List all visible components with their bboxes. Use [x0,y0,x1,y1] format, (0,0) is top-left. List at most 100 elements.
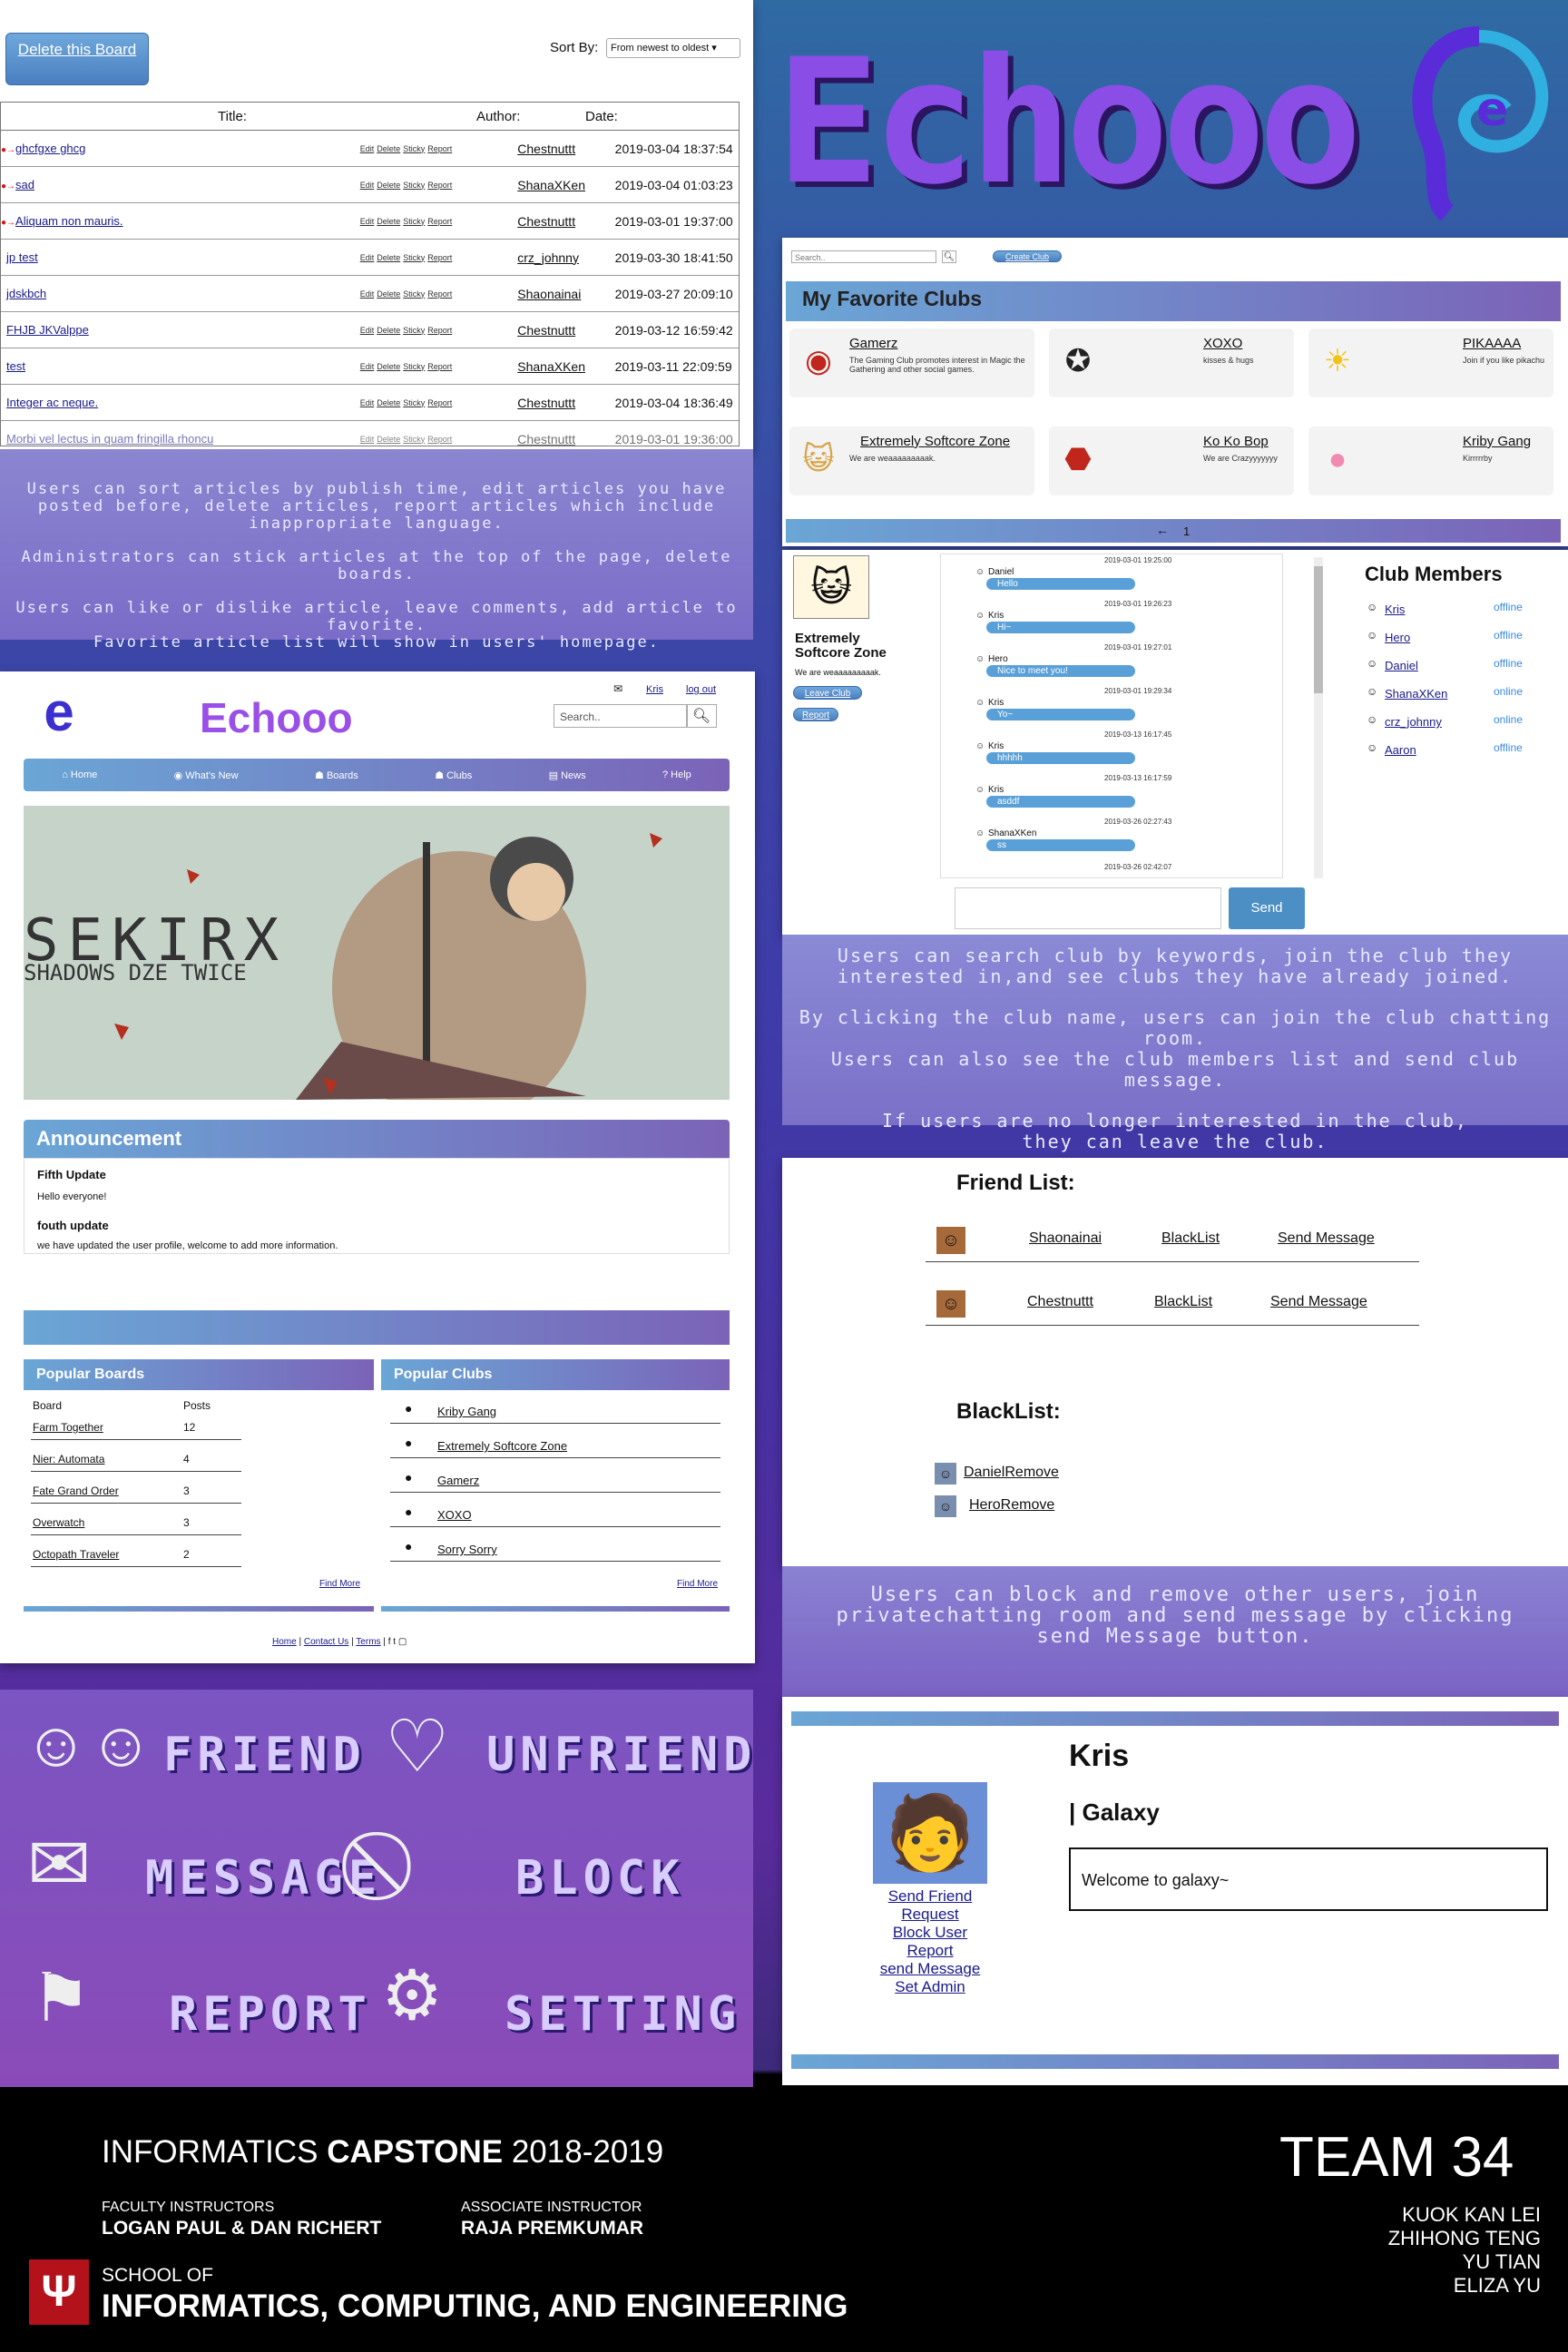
article-title-link[interactable]: Aliquam non mauris. [15,214,123,228]
member-name-link[interactable]: Daniel [1385,659,1418,672]
facebook-icon[interactable]: f [388,1637,391,1647]
mail-icon[interactable]: ✉ [613,682,622,695]
article-title-link[interactable]: jdskbch [6,287,46,300]
article-author[interactable]: Chestnuttt [510,142,605,156]
row-action-sticky[interactable]: Sticky [403,398,425,407]
row-action-delete[interactable]: Delete [377,398,400,407]
row-action-report[interactable]: Report [427,144,452,153]
popular-board-link[interactable]: Farm Together [33,1421,103,1434]
row-action-report[interactable]: Report [427,362,452,371]
popular-club-link[interactable]: Extremely Softcore Zone [437,1439,567,1453]
report-user-link[interactable]: Report [855,1942,1005,1960]
row-action-sticky[interactable]: Sticky [403,289,425,299]
row-action-edit[interactable]: Edit [360,253,375,262]
search-icon[interactable]: 🔍︎ [942,250,956,263]
article-title-link[interactable]: sad [15,178,34,191]
nav-whats-new[interactable]: ◉ What's New [174,769,239,781]
article-author[interactable]: Chestnuttt [510,323,605,338]
row-action-report[interactable]: Report [427,326,452,335]
article-author[interactable]: crz_johnny [510,250,605,265]
popular-board-link[interactable]: Overwatch [33,1516,84,1529]
set-admin-link[interactable]: Set Admin [855,1978,1005,1996]
popular-board-link[interactable]: Nier: Automata [33,1453,104,1465]
article-author[interactable]: Chestnuttt [510,432,605,446]
row-action-sticky[interactable]: Sticky [403,181,425,190]
club-card[interactable]: ☀ PIKAAAA Join if you like pikachu [1308,328,1553,397]
row-action-edit[interactable]: Edit [360,289,375,299]
sort-select[interactable]: From newest to oldest ▾ [606,38,740,58]
row-action-sticky[interactable]: Sticky [403,435,425,444]
popular-board-link[interactable]: Octopath Traveler [33,1548,119,1561]
friend-name-link[interactable]: Chestnuttt [1027,1294,1093,1310]
row-action-delete[interactable]: Delete [377,362,400,371]
leave-club-button[interactable]: Leave Club [793,686,862,700]
friend-name-link[interactable]: Shaonainai [1029,1230,1102,1247]
nav-home[interactable]: ⌂ Home [62,769,97,780]
row-action-delete[interactable]: Delete [377,326,400,335]
member-name-link[interactable]: Hero [1385,631,1410,644]
block-user-link[interactable]: Block User [855,1924,1005,1942]
row-action-report[interactable]: Report [427,398,452,407]
popular-club-link[interactable]: Kriby Gang [437,1405,496,1418]
member-name-link[interactable]: crz_johnny [1385,715,1442,729]
club-card[interactable]: ⬣ Ko Ko Bop We are Crazyyyyyyy [1049,426,1294,495]
article-author[interactable]: Chestnuttt [510,396,605,410]
row-action-edit[interactable]: Edit [360,398,375,407]
member-name-link[interactable]: Kris [1385,603,1405,616]
row-action-delete[interactable]: Delete [377,181,400,190]
row-action-report[interactable]: Report [427,435,452,444]
nav-news[interactable]: ▤ News [549,769,586,781]
row-action-sticky[interactable]: Sticky [403,326,425,335]
club-name-link[interactable]: XOXO [1203,336,1242,351]
row-action-report[interactable]: Report [427,181,452,190]
club-name-link[interactable]: Kriby Gang [1463,434,1531,449]
chat-input[interactable] [955,887,1221,929]
club-name-link[interactable]: Gamerz [849,336,897,351]
popular-board-link[interactable]: Fate Grand Order [33,1485,119,1497]
popular-club-link[interactable]: XOXO [437,1508,472,1522]
send-friend-request-link[interactable]: Send Friend [855,1887,1005,1906]
nav-boards[interactable]: ☗ Boards [315,769,358,781]
blacklist-link[interactable]: BlackList [1154,1294,1212,1310]
member-name-link[interactable]: ShanaXKen [1385,687,1447,701]
create-club-button[interactable]: Create Club [993,250,1062,262]
row-action-edit[interactable]: Edit [360,217,375,226]
row-action-report[interactable]: Report [427,289,452,299]
row-action-delete[interactable]: Delete [377,289,400,299]
report-club-button[interactable]: Report [793,708,838,721]
article-author[interactable]: Shaonainai [510,287,605,301]
article-title-link[interactable]: jp test [6,250,38,264]
send-message-link[interactable]: Send Message [1270,1294,1367,1310]
blacklist-link[interactable]: BlackList [1161,1230,1220,1247]
club-card[interactable]: ◉ Gamerz The Gaming Club promotes interest… [789,328,1034,397]
row-action-sticky[interactable]: Sticky [403,217,425,226]
club-search-input[interactable]: Search.. [791,250,936,263]
article-author[interactable]: Chestnuttt [510,214,605,229]
footer-contact-link[interactable]: Contact Us [304,1637,348,1647]
send-message-link[interactable]: Send Message [1278,1230,1375,1247]
chat-icon[interactable]: ▢ [398,1637,407,1647]
row-action-sticky[interactable]: Sticky [403,253,425,262]
delete-board-button[interactable]: Delete this Board [5,33,149,85]
logout-link[interactable]: log out [686,684,716,695]
row-action-sticky[interactable]: Sticky [403,362,425,371]
pager-prev-icon[interactable]: ← [1156,523,1169,537]
clubs-find-more[interactable]: Find More [677,1579,718,1589]
user-link[interactable]: Kris [646,684,663,695]
blacklist-remove-link[interactable]: HeroRemove [969,1497,1054,1514]
row-action-report[interactable]: Report [427,253,452,262]
club-card[interactable]: ● Kriby Gang Kirrrrrby [1308,426,1553,495]
home-search-icon[interactable]: 🔍︎ [686,704,717,728]
article-title-link[interactable]: test [6,359,25,373]
article-title-link[interactable]: ghcfgxe ghcg [15,142,85,155]
row-action-edit[interactable]: Edit [360,181,375,190]
popular-club-link[interactable]: Gamerz [437,1474,479,1487]
send-button[interactable]: Send [1229,887,1305,929]
article-title-link[interactable]: Morbi vel lectus in quam fringilla rhonc… [6,432,213,446]
send-message-link[interactable]: send Message [855,1960,1005,1978]
boards-find-more[interactable]: Find More [319,1579,360,1589]
nav-clubs[interactable]: ☗ Clubs [435,769,472,781]
club-name-link[interactable]: PIKAAAA [1463,336,1521,351]
pager-page[interactable]: 1 [1183,524,1190,538]
row-action-edit[interactable]: Edit [360,326,375,335]
